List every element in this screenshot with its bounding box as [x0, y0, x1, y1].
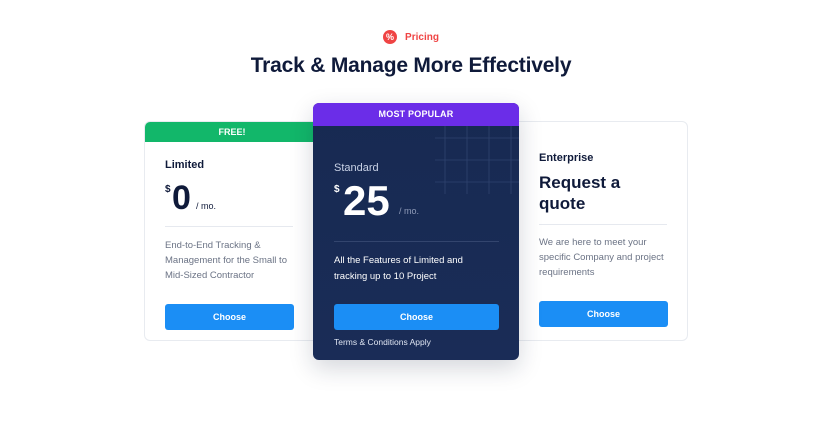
price-period: / mo. [196, 201, 217, 211]
price-period: / mo. [399, 206, 420, 216]
percent-badge-icon: % [383, 30, 398, 44]
card-divider [334, 241, 499, 242]
grid-decoration-icon [435, 126, 519, 194]
card-divider [165, 226, 293, 227]
plan-description: End-to-End Tracking & Management for the… [165, 240, 287, 281]
free-ribbon: FREE! [145, 122, 319, 142]
plan-description: All the Features of Limited and tracking… [334, 255, 463, 282]
plan-title: Request a quote [539, 173, 621, 213]
choose-enterprise-button[interactable]: Choose [539, 301, 668, 327]
terms-note: Terms & Conditions Apply [334, 337, 431, 347]
choose-standard-button[interactable]: Choose [334, 304, 499, 330]
plan-name: Standard [334, 162, 379, 174]
eyebrow-label: Pricing [405, 31, 439, 43]
page-title: Track & Manage More Effectively [250, 54, 572, 77]
plan-name: Limited [165, 159, 205, 171]
most-popular-ribbon: MOST POPULAR [313, 103, 519, 126]
currency-symbol: $ [334, 184, 340, 195]
plan-card-limited: FREE! Limited $ 0 / mo. End-to-End Track… [144, 121, 320, 341]
plan-description: We are here to meet your specific Compan… [539, 237, 664, 278]
currency-symbol: $ [165, 184, 171, 195]
plan-card-enterprise: Enterprise Request a quote We are here t… [512, 121, 688, 341]
section-eyebrow: % Pricing [0, 30, 822, 44]
plan-price: 0 [172, 179, 191, 217]
plan-price: 25 [343, 177, 390, 224]
card-divider [539, 224, 667, 225]
choose-limited-button[interactable]: Choose [165, 304, 294, 330]
plan-name: Enterprise [539, 152, 594, 164]
plan-card-standard: MOST POPULAR Standard $ 25 / mo. All the… [313, 103, 519, 360]
